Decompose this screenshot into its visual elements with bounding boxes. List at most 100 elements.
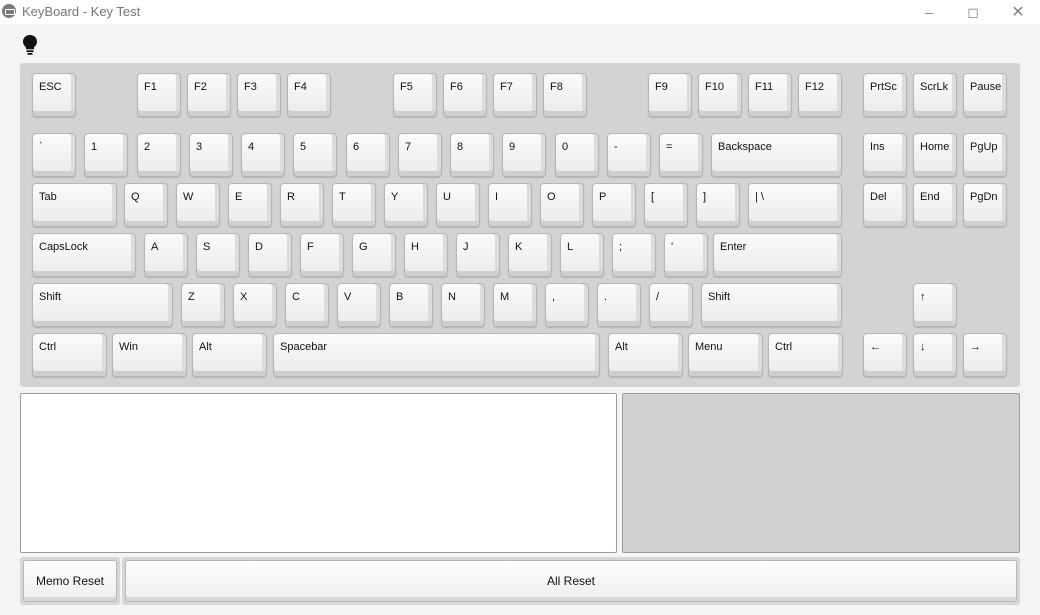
key-c[interactable]: C xyxy=(285,283,329,327)
key-spacebar[interactable]: Spacebar xyxy=(273,333,600,377)
key-f5[interactable]: F5 xyxy=(393,73,437,117)
maximize-button[interactable]: ◻ xyxy=(950,0,996,24)
key-u[interactable]: U xyxy=(436,183,480,227)
key-0[interactable]: 0 xyxy=(555,133,599,177)
key-f4[interactable]: F4 xyxy=(287,73,331,117)
key-slash[interactable]: / xyxy=(649,283,693,327)
key-f7[interactable]: F7 xyxy=(493,73,537,117)
key-w[interactable]: W xyxy=(176,183,220,227)
key-shift-left[interactable]: Shift xyxy=(32,283,173,327)
key-alt-left[interactable]: Alt xyxy=(192,333,267,377)
key-t[interactable]: T xyxy=(332,183,376,227)
memo-reset-button[interactable]: Memo Reset xyxy=(23,560,117,602)
key-z[interactable]: Z xyxy=(181,283,225,327)
key-m[interactable]: M xyxy=(493,283,537,327)
key-shift-right[interactable]: Shift xyxy=(701,283,842,327)
key-f1[interactable]: F1 xyxy=(137,73,181,117)
key-comma[interactable]: , xyxy=(545,283,589,327)
key-ins[interactable]: Ins xyxy=(863,133,907,177)
key-f10[interactable]: F10 xyxy=(698,73,742,117)
key-j[interactable]: J xyxy=(456,233,500,277)
key-f3[interactable]: F3 xyxy=(237,73,281,117)
key-1[interactable]: 1 xyxy=(84,133,128,177)
key-left-arrow[interactable]: ← xyxy=(863,333,907,377)
key-period[interactable]: . xyxy=(597,283,641,327)
key-g[interactable]: G xyxy=(352,233,396,277)
key-7[interactable]: 7 xyxy=(398,133,442,177)
all-reset-button[interactable]: All Reset xyxy=(125,560,1017,602)
key-pgdn[interactable]: PgDn xyxy=(963,183,1007,227)
key-prtsc[interactable]: PrtSc xyxy=(863,73,907,117)
key-enter[interactable]: Enter xyxy=(713,233,842,277)
key-win[interactable]: Win xyxy=(112,333,187,377)
key-del[interactable]: Del xyxy=(863,183,907,227)
minimize-button[interactable]: – xyxy=(906,0,952,24)
key-label: Shift xyxy=(708,291,731,303)
key-k[interactable]: K xyxy=(508,233,552,277)
key-8[interactable]: 8 xyxy=(450,133,494,177)
key-f11[interactable]: F11 xyxy=(748,73,792,117)
key-right-bracket[interactable]: ] xyxy=(696,183,740,227)
key-v[interactable]: V xyxy=(337,283,381,327)
key-backspace[interactable]: Backspace xyxy=(711,133,842,177)
key-pause[interactable]: Pause xyxy=(963,73,1007,117)
key-a[interactable]: A xyxy=(144,233,188,277)
memo-textarea[interactable] xyxy=(20,393,617,553)
key-9[interactable]: 9 xyxy=(502,133,546,177)
key-left-bracket[interactable]: [ xyxy=(644,183,688,227)
key-p[interactable]: P xyxy=(592,183,636,227)
key-ctrl-left[interactable]: Ctrl xyxy=(32,333,107,377)
lightbulb-icon[interactable] xyxy=(21,34,39,56)
key-alt-right[interactable]: Alt xyxy=(608,333,683,377)
key-o[interactable]: O xyxy=(540,183,584,227)
key-home[interactable]: Home xyxy=(913,133,957,177)
key-i[interactable]: I xyxy=(488,183,532,227)
key-label: Alt xyxy=(615,341,628,353)
key-quote[interactable]: ' xyxy=(664,233,708,277)
key-up-arrow[interactable]: ↑ xyxy=(913,283,957,327)
key-label: V xyxy=(344,291,352,303)
key-backtick[interactable]: ` xyxy=(32,133,76,177)
key-e[interactable]: E xyxy=(228,183,272,227)
key-f6[interactable]: F6 xyxy=(443,73,487,117)
key-2[interactable]: 2 xyxy=(137,133,181,177)
key-d[interactable]: D xyxy=(248,233,292,277)
close-button[interactable]: ✕ xyxy=(995,0,1040,24)
key-backslash[interactable]: | \ xyxy=(748,183,842,227)
key-q[interactable]: Q xyxy=(124,183,168,227)
key-pgup[interactable]: PgUp xyxy=(963,133,1007,177)
key-minus[interactable]: - xyxy=(607,133,651,177)
key-down-arrow[interactable]: ↓ xyxy=(913,333,957,377)
key-capslock[interactable]: CapsLock xyxy=(32,233,136,277)
key-label: - xyxy=(614,141,618,153)
key-scrlk[interactable]: ScrLk xyxy=(913,73,957,117)
key-label: PrtSc xyxy=(870,81,897,93)
key-equals[interactable]: = xyxy=(659,133,703,177)
key-f12[interactable]: F12 xyxy=(798,73,842,117)
key-f[interactable]: F xyxy=(300,233,344,277)
key-l[interactable]: L xyxy=(560,233,604,277)
key-6[interactable]: 6 xyxy=(346,133,390,177)
key-end[interactable]: End xyxy=(913,183,957,227)
key-3[interactable]: 3 xyxy=(189,133,233,177)
key-5[interactable]: 5 xyxy=(293,133,337,177)
key-b[interactable]: B xyxy=(389,283,433,327)
title-bar: KeyBoard - Key Test – ◻ ✕ xyxy=(0,0,1040,24)
key-tab[interactable]: Tab xyxy=(32,183,117,227)
key-r[interactable]: R xyxy=(280,183,324,227)
key-ctrl-right[interactable]: Ctrl xyxy=(768,333,843,377)
key-h[interactable]: H xyxy=(404,233,448,277)
key-y[interactable]: Y xyxy=(384,183,428,227)
key-semicolon[interactable]: ; xyxy=(612,233,656,277)
key-4[interactable]: 4 xyxy=(241,133,285,177)
key-esc[interactable]: ESC xyxy=(32,73,76,117)
key-x[interactable]: X xyxy=(233,283,277,327)
key-s[interactable]: S xyxy=(196,233,240,277)
key-f9[interactable]: F9 xyxy=(648,73,692,117)
key-label: . xyxy=(604,291,608,303)
key-right-arrow[interactable]: → xyxy=(963,333,1007,377)
key-menu[interactable]: Menu xyxy=(688,333,763,377)
key-n[interactable]: N xyxy=(441,283,485,327)
key-f8[interactable]: F8 xyxy=(543,73,587,117)
key-f2[interactable]: F2 xyxy=(187,73,231,117)
